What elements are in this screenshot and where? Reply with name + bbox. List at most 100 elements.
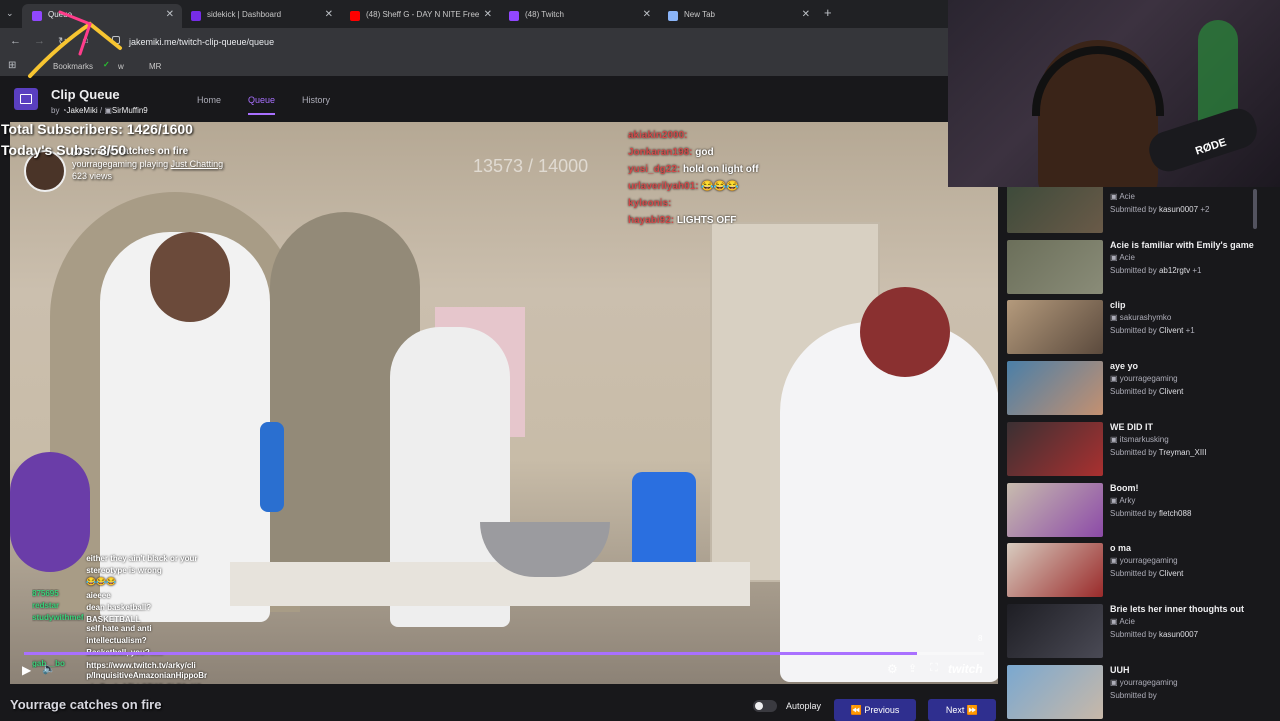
queue-clip-item[interactable]: Acie Real Voice Reveal ▣ Acie Submitted by…: [1007, 187, 1277, 235]
close-tab-icon[interactable]: ✕: [643, 9, 651, 20]
new-tab-button[interactable]: +: [824, 5, 832, 20]
clip-thumbnail[interactable]: [1007, 543, 1103, 598]
nav-home[interactable]: Home: [197, 95, 221, 105]
chat-msg: LIGHTS OFF: [676, 215, 737, 226]
submitter-name: Clivent: [1158, 569, 1184, 579]
clip-thumbnail[interactable]: [1007, 361, 1103, 416]
author-jakemiki[interactable]: JakeMiki: [67, 106, 98, 115]
clip-item-channel: ▣ sakurashymko: [1110, 313, 1171, 322]
browser-tab[interactable]: sidekick | Dashboard ✕: [181, 4, 341, 28]
page-indicator: 8: [978, 634, 983, 643]
clip-thumbnail[interactable]: [1007, 300, 1103, 355]
submitted-by-label: Submitted by: [1110, 629, 1157, 639]
chat-msg: okeBack-A7LkCZj05rCkP0eK?: [86, 683, 201, 684]
next-button[interactable]: Next ⏩: [928, 699, 996, 721]
settings-icon[interactable]: ⚙: [887, 662, 898, 676]
fullscreen-icon[interactable]: ⛶: [930, 662, 938, 675]
chat-msg: hold on light off: [683, 164, 759, 175]
previous-label: Previous: [864, 705, 900, 715]
clip-item-submitter: Submitted by Clivent: [1110, 569, 1183, 578]
nav-history[interactable]: History: [302, 95, 330, 105]
clip-item-channel: ▣ Arky: [1110, 496, 1135, 505]
nav-queue[interactable]: Queue: [248, 95, 276, 115]
clip-game[interactable]: Just Chatting: [171, 159, 224, 169]
clip-item-title: UUH: [1110, 664, 1130, 675]
author-sirmuffin[interactable]: SirMuffin9: [112, 106, 148, 115]
submitter-name: kasun0007: [1158, 629, 1199, 639]
bottle-blue: [260, 422, 284, 512]
clip-queue-list: Acie Real Voice Reveal ▣ Acie Submitted by…: [1000, 187, 1280, 720]
submitter-extra: +2: [1200, 205, 1210, 214]
stream-chat-line: akiakin2000:: [628, 130, 688, 141]
queue-clip-item[interactable]: UUH ▣ yourragegaming Submitted by: [1007, 664, 1277, 720]
submitter-name: Clivent: [1158, 326, 1184, 336]
apps-grid-icon[interactable]: ⊞: [8, 60, 16, 71]
stream-chat-line: hayabi92: LIGHTS OFF: [628, 215, 736, 226]
app-byline: by ◔JakeMiki / ▣SirMuffin9: [51, 106, 148, 115]
browser-tab[interactable]: (48) Twitch ✕: [499, 4, 659, 28]
rewind-icon: ⏪: [850, 705, 862, 715]
queue-clip-item[interactable]: clip ▣ sakurashymko Submitted by Clivent +…: [1007, 300, 1277, 356]
queue-clip-item[interactable]: o ma ▣ yourragegaming Submitted by Clivent: [1007, 543, 1277, 599]
close-tab-icon[interactable]: ✕: [166, 9, 174, 20]
share-icon[interactable]: ⇪: [908, 662, 917, 675]
clip-channel[interactable]: yourragegaming: [72, 159, 137, 169]
clip-meta: yourragegaming playing Just Chatting: [72, 159, 223, 169]
play-icon[interactable]: ▶: [22, 663, 31, 677]
clip-thumbnail[interactable]: [1007, 187, 1103, 233]
chat-user: kyleonis:: [628, 198, 672, 209]
submitted-by-label: Submitted by: [1110, 447, 1157, 457]
queue-scrollbar[interactable]: [1253, 189, 1257, 229]
twitch-brand[interactable]: twitch: [948, 662, 983, 676]
queue-clip-item[interactable]: aye yo ▣ yourragegaming Submitted by Clive…: [1007, 361, 1277, 417]
clip-thumbnail[interactable]: [1007, 239, 1103, 294]
autoplay-toggle[interactable]: [753, 700, 777, 712]
chat-msg: dean basketball?: [86, 602, 152, 612]
clip-item-title: Acie Real Voice Reveal: [1110, 187, 1208, 189]
url-field[interactable]: jakemiki.me/twitch-clip-queue/queue: [129, 37, 274, 47]
tab-favicon-icon: [668, 11, 678, 21]
volume-icon[interactable]: 🔈: [42, 662, 56, 675]
browser-tab[interactable]: (48) Sheff G - DAY N NITE Free ✕: [340, 4, 500, 28]
queue-clip-item[interactable]: Boom! ▣ Arky Submitted by fletch088: [1007, 482, 1277, 539]
close-tab-icon[interactable]: ✕: [325, 9, 333, 20]
browser-tab[interactable]: New Tab ✕: [658, 4, 818, 28]
stream-chat-line: stereotype is wrong: [32, 566, 162, 575]
stream-chat-line: gab__bo https://www.twitch.tv/arky/cli: [32, 659, 196, 670]
streamer-webcam: RØDE: [948, 0, 1280, 187]
chat-user: urlaverilyah01:: [628, 181, 699, 192]
queue-clip-item[interactable]: Acie is familiar with Emily's game ▣ Acie…: [1007, 239, 1277, 296]
chat-user: hayabi92:: [628, 215, 675, 226]
clip-thumbnail[interactable]: [1007, 603, 1103, 658]
queue-clip-item[interactable]: WE DID IT ▣ itsmarkusking Submitted by Tre…: [1007, 421, 1277, 478]
total-subscribers: Total Subscribers: 1426/1600: [1, 121, 193, 137]
twitch-icon: ▣: [1110, 556, 1118, 566]
clip-thumbnail[interactable]: [1007, 482, 1103, 537]
close-tab-icon[interactable]: ✕: [484, 9, 492, 20]
tab-search-icon[interactable]: ⌄: [6, 8, 14, 19]
previous-button[interactable]: ⏪ Previous: [834, 699, 916, 721]
submitted-by-label: Submitted by: [1110, 205, 1157, 214]
clip-video-player[interactable]: yourrage catches on fire yourragegaming …: [10, 122, 998, 684]
chat-msg: BASKETBALL: [86, 614, 141, 624]
twitch-icon: ▣: [1110, 313, 1118, 323]
progress-track[interactable]: [24, 652, 984, 655]
person-left-head: [150, 232, 230, 322]
clip-item-submitter: Submitted by Clivent +1: [1110, 326, 1195, 335]
clip-item-channel: ▣ itsmarkusking: [1110, 435, 1169, 444]
close-tab-icon[interactable]: ✕: [802, 9, 810, 20]
chat-user: yusi_dg22:: [628, 164, 681, 175]
tab-title: sidekick | Dashboard: [207, 10, 282, 19]
clip-thumbnail[interactable]: [1007, 421, 1103, 476]
submitter-name: Treyman_XIII: [1158, 447, 1207, 457]
queue-clip-item[interactable]: Brie lets her inner thoughts out ▣ Acie Su…: [1007, 603, 1277, 660]
bookmark-mr[interactable]: MR: [149, 62, 161, 71]
clip-item-title: WE DID IT: [1110, 421, 1153, 432]
stream-chat-line: Jonkaran198: god: [628, 147, 714, 158]
channel-name: yourragegaming: [1119, 374, 1178, 384]
app-title: Clip Queue: [51, 87, 120, 102]
clip-thumbnail[interactable]: [1007, 664, 1103, 719]
next-label: Next: [945, 705, 965, 715]
submitted-by-label: Submitted by: [1110, 690, 1157, 700]
twitch-icon: ▣: [1110, 677, 1118, 687]
